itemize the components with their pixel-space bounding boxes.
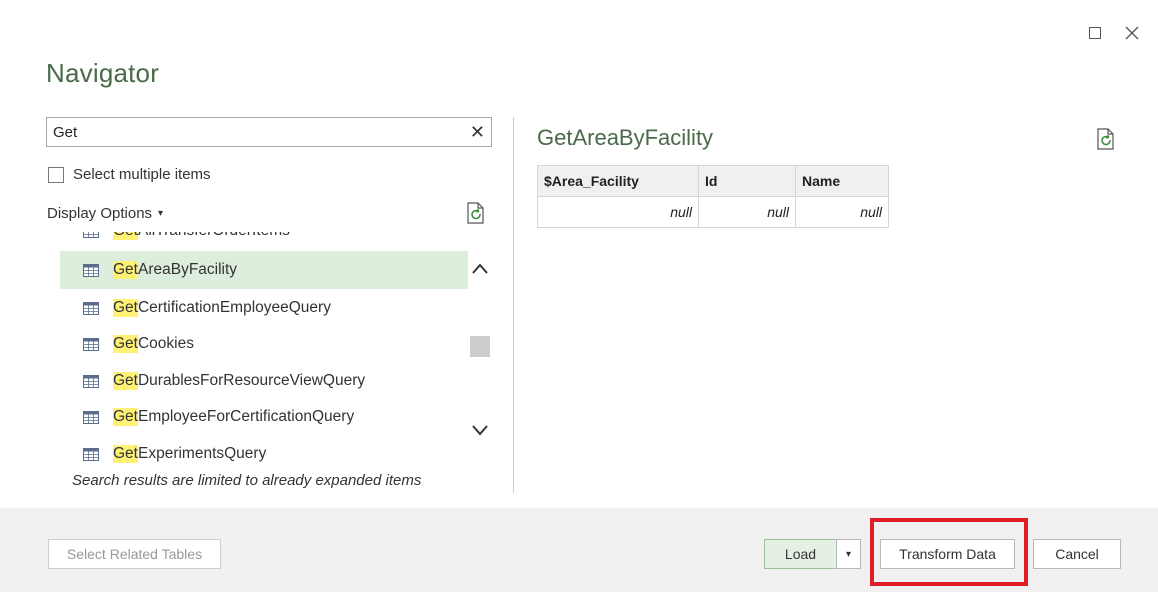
list-item-label: CertificationEmployeeQuery (137, 299, 331, 316)
highlight-annotation (870, 518, 1028, 586)
column-header[interactable]: Id (698, 165, 796, 197)
search-match: Get (113, 408, 138, 426)
clear-search-icon[interactable]: ✕ (470, 122, 485, 143)
select-multiple-checkbox[interactable] (48, 166, 64, 183)
cancel-button[interactable]: Cancel (1033, 539, 1121, 569)
select-multiple-label: Select multiple items (73, 166, 211, 183)
refresh-file-icon (1097, 128, 1114, 150)
list-item[interactable]: Get DurablesForResourceViewQuery (60, 362, 468, 400)
search-note: Search results are limited to already ex… (72, 472, 422, 489)
square-icon (1089, 27, 1101, 39)
table-cell: null (537, 196, 699, 228)
search-match: Get (113, 261, 138, 279)
table-icon (83, 447, 99, 461)
display-options-dropdown[interactable]: Display Options ▾ (47, 205, 163, 222)
scroll-down-icon[interactable] (471, 423, 489, 437)
list-item-label: Cookies (137, 335, 194, 352)
search-value: Get (53, 124, 78, 141)
maximize-button[interactable] (1084, 22, 1106, 44)
table-cell: null (698, 196, 796, 228)
scrollbar[interactable] (468, 252, 492, 452)
search-input[interactable]: Get ✕ (46, 117, 492, 147)
list-item-label: DurablesForResourceViewQuery (137, 372, 366, 389)
scroll-thumb[interactable] (470, 336, 490, 357)
close-icon (1125, 26, 1139, 40)
list-item[interactable]: GetAllTransferOrderItems (60, 232, 468, 250)
load-button[interactable]: Load (764, 539, 837, 569)
list-item[interactable]: Get AreaByFacility (60, 251, 468, 289)
list-item-label: EmployeeForCertificationQuery (137, 408, 355, 425)
search-match: Get (113, 372, 138, 390)
table-cell: null (795, 196, 889, 228)
refresh-file-icon (467, 202, 484, 224)
navigator-list[interactable]: GetAllTransferOrderItemsGetAreaByFacilit… (60, 232, 468, 472)
search-match: Get (113, 335, 138, 353)
table-icon (83, 374, 99, 388)
chevron-down-icon: ▾ (158, 208, 164, 219)
search-match: Get (113, 445, 138, 463)
close-button[interactable] (1121, 22, 1143, 44)
display-options-label: Display Options (47, 205, 153, 222)
table-row: null null null (537, 196, 889, 228)
column-header[interactable]: $Area_Facility (537, 165, 699, 197)
list-item-label: ExperimentsQuery (137, 445, 267, 462)
list-item-label: AllTransferOrderItems (138, 232, 290, 240)
table-icon (83, 337, 99, 351)
preview-title: GetAreaByFacility (537, 125, 714, 150)
table-icon (83, 410, 99, 424)
table-icon (83, 232, 99, 238)
preview-refresh-button[interactable] (1097, 128, 1115, 155)
panel-divider (513, 117, 514, 493)
select-multiple-items[interactable]: Select multiple items (48, 166, 211, 183)
preview-table: $Area_Facility Id Name null null null (537, 165, 889, 228)
scroll-up-icon[interactable] (471, 262, 489, 276)
table-icon (83, 301, 99, 315)
load-options-dropdown[interactable]: ▾ (836, 539, 861, 569)
search-match: Get (113, 232, 138, 240)
list-item[interactable]: Get EmployeeForCertificationQuery (60, 398, 468, 436)
list-item[interactable]: Get ExperimentsQuery (60, 435, 468, 472)
select-related-tables-button[interactable]: Select Related Tables (48, 539, 221, 569)
list-item-label: AreaByFacility (137, 261, 238, 278)
search-match: Get (113, 299, 138, 317)
refresh-button[interactable] (467, 202, 485, 229)
chevron-down-icon: ▾ (845, 548, 852, 560)
preview-header-row: $Area_Facility Id Name (537, 165, 889, 197)
page-title: Navigator (46, 58, 160, 88)
list-item[interactable]: Get Cookies (60, 325, 468, 363)
table-icon (83, 263, 99, 277)
column-header[interactable]: Name (795, 165, 889, 197)
list-item[interactable]: Get CertificationEmployeeQuery (60, 289, 468, 327)
